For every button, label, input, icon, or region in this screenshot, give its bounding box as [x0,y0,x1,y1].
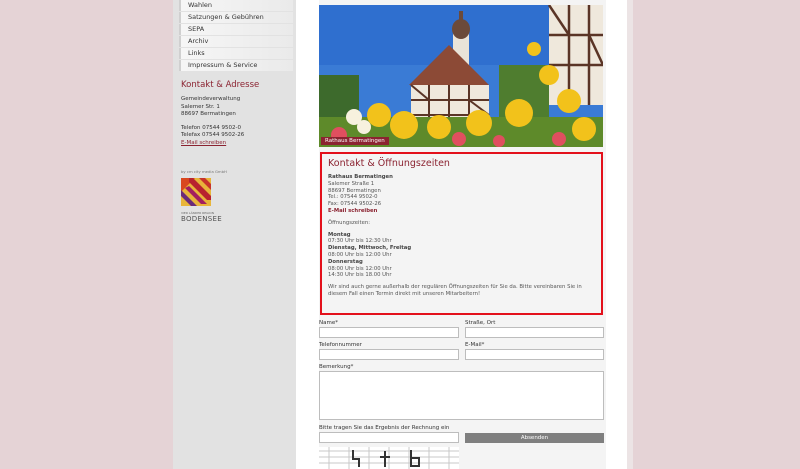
contact-city: 88697 Bermatingen [328,187,381,194]
contact-fax: Fax: 07544 9502-26 [328,201,382,208]
photo-caption: Rathaus Bermatingen [321,137,389,145]
street-input[interactable] [465,327,604,338]
hours-day2-time: 08:00 Uhr bis 12:00 Uhr [328,251,392,258]
right-border-strip [627,0,633,469]
nav-item-links[interactable]: Links [179,48,293,59]
street-label: Straße, Ort [465,320,496,326]
left-sidebar: Wahlen Satzungen & Gebühren SEPA Archiv … [173,0,296,469]
hours-day1-time: 07:30 Uhr bis 12:30 Uhr [328,238,392,245]
sidebar-street: Salemer Str. 1 [181,103,220,110]
contact-hours-box: Kontakt & Öffnungszeiten Rathaus Bermati… [320,152,603,315]
bodensee-logo[interactable]: VIER LÄNDER REGION BODENSEE [181,178,229,223]
sidebar-phone: Telefon 07544 9502-0 [181,124,241,131]
town-hall-photo: Rathaus Bermatingen [319,5,603,147]
bodensee-logo-graphic [181,178,211,206]
submit-button[interactable]: Absenden [465,433,604,443]
hours-day3-time1: 08:00 Uhr bis 12:00 Uhr [328,265,392,272]
email-label: E-Mail* [465,342,485,348]
main-content: Rathaus Bermatingen Kontakt & Öffnungsze… [319,0,606,469]
page-container: Wahlen Satzungen & Gebühren SEPA Archiv … [173,0,627,469]
credit-text: by cm city media GmbH [181,169,227,174]
sidebar-nav: Wahlen Satzungen & Gebühren SEPA Archiv … [179,0,293,72]
sidebar-contact-title: Kontakt & Adresse [181,80,260,90]
hours-note: Wir sind auch gerne außerhalb der regulä… [328,284,582,297]
captcha-image [319,447,459,469]
contact-box-title: Kontakt & Öffnungszeiten [328,158,450,169]
contact-name: Rathaus Bermatingen [328,174,393,180]
hours-day2: Dienstag, Mittwoch, Freitag [328,245,412,252]
sidebar-org: Gemeindeverwaltung [181,96,241,102]
nav-item-archiv[interactable]: Archiv [179,36,293,47]
name-input[interactable] [319,327,459,338]
contact-street: Salemer Straße 1 [328,180,375,187]
contact-tel: Tel.: 07544 9502-0 [328,194,378,201]
sidebar-email-link[interactable]: E-Mail schreiben [181,140,244,148]
hours-heading: Öffnungszeiten: [328,219,371,226]
captcha-graphic [319,447,459,469]
logo-big-text: BODENSEE [181,215,222,223]
sidebar-fax: Telefax 07544 9502-26 [181,132,245,138]
email-input[interactable] [465,349,604,360]
sidebar-address: Gemeindeverwaltung Salemer Str. 1 88697 … [181,96,244,147]
name-label: Name* [319,320,338,326]
nav-item-satzungen[interactable]: Satzungen & Gebühren [179,12,293,23]
captcha-label: Bitte tragen Sie das Ergebnis der Rechnu… [319,425,450,431]
phone-input[interactable] [319,349,459,360]
photo-graphic [319,5,603,147]
captcha-input[interactable] [319,432,459,443]
nav-item-wahlen[interactable]: Wahlen [179,0,293,11]
nav-item-impressum[interactable]: Impressum & Service [179,60,293,71]
contact-email-link[interactable]: E-Mail schreiben [328,208,598,215]
remark-label: Bemerkung* [319,364,354,370]
hours-day3: Donnerstag [328,258,363,265]
hours-day3-time2: 14:30 Uhr bis 18.00 Uhr [328,272,392,279]
contact-box-text: Rathaus Bermatingen Salemer Straße 1 886… [328,174,598,298]
hours-day1: Montag [328,231,351,238]
remark-textarea[interactable] [319,371,604,420]
phone-label: Telefonnummer [319,342,362,348]
sidebar-city: 88697 Bermatingen [181,111,236,117]
nav-item-sepa[interactable]: SEPA [179,24,293,35]
